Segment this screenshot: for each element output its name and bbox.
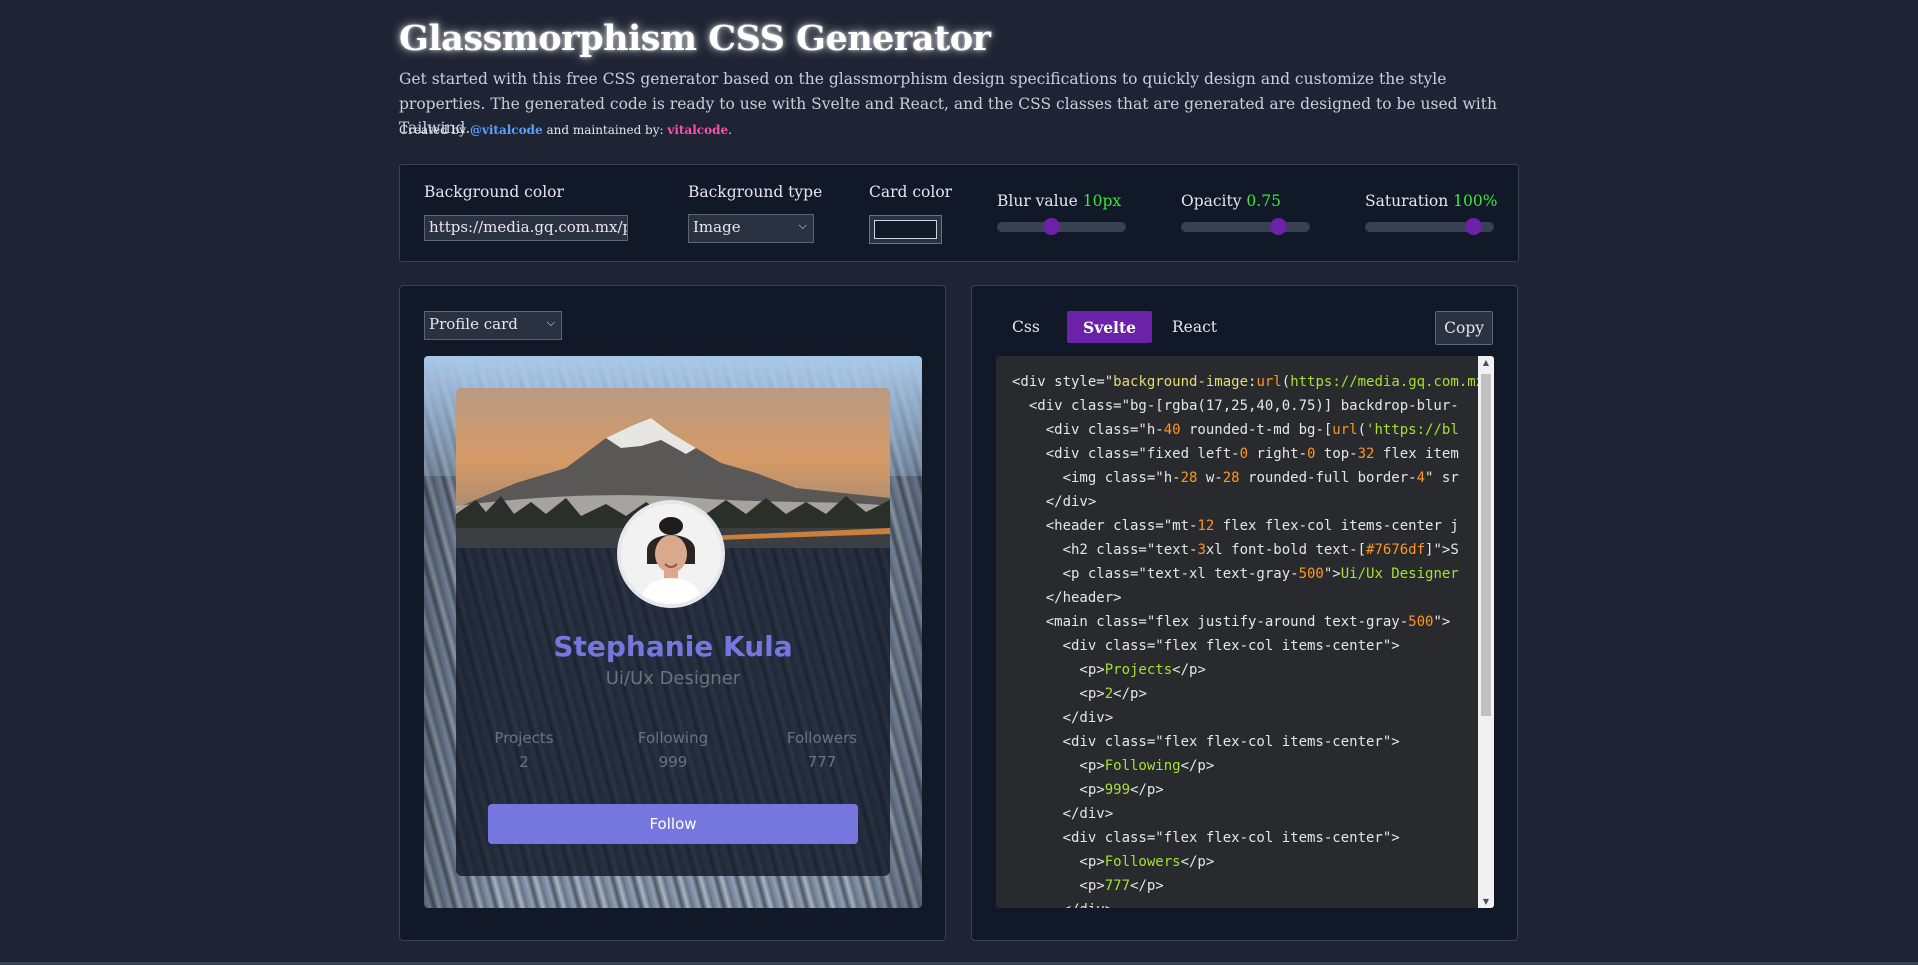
- profile-name: Stephanie Kula: [553, 630, 793, 663]
- scroll-down-icon[interactable]: ▼: [1478, 897, 1494, 906]
- card-color-picker[interactable]: [869, 215, 942, 244]
- code-block[interactable]: <div style="background-image:url(https:/…: [996, 356, 1494, 908]
- tab-css[interactable]: Css: [996, 311, 1056, 343]
- credits: Created by @vitalcode and maintained by:…: [399, 123, 732, 137]
- tab-react[interactable]: React: [1156, 311, 1233, 343]
- saturation-value: 100%: [1453, 192, 1498, 210]
- avatar: [617, 500, 725, 608]
- opacity-slider-track: [1181, 222, 1310, 232]
- maintained-by-label: and maintained by:: [542, 123, 668, 137]
- stat-projects: Projects 2: [469, 726, 579, 774]
- saturation-label-text: Saturation: [1365, 192, 1454, 210]
- created-by-label: Created by: [399, 123, 470, 137]
- profile-card: Stephanie Kula Ui/Ux Designer Projects 2…: [456, 388, 890, 876]
- code-scrollbar-thumb[interactable]: [1481, 374, 1491, 716]
- opacity-value: 0.75: [1246, 192, 1281, 210]
- chevron-down-icon: ⌵: [798, 219, 807, 232]
- opacity-label-text: Opacity: [1181, 192, 1247, 210]
- card-type-value: Profile card: [429, 315, 518, 333]
- stat-followers: Followers 777: [767, 726, 877, 774]
- creator-link[interactable]: @vitalcode: [470, 123, 543, 137]
- blur-label: Blur value 10px: [997, 192, 1121, 210]
- tab-svelte[interactable]: Svelte: [1067, 311, 1152, 343]
- stat-value: 999: [658, 753, 688, 771]
- card-color-label: Card color: [869, 183, 953, 201]
- code-panel: Css Svelte React Copy <div style="backgr…: [971, 285, 1518, 941]
- card-color-swatch: [874, 220, 937, 239]
- background-type-value: Image: [693, 218, 741, 236]
- scroll-up-icon[interactable]: ▲: [1478, 358, 1494, 367]
- stat-label: Projects: [494, 729, 554, 747]
- stat-value: 2: [519, 753, 529, 771]
- credits-end: .: [728, 123, 732, 137]
- stat-value: 777: [807, 753, 837, 771]
- copy-button[interactable]: Copy: [1435, 311, 1493, 345]
- background-color-label: Background color: [424, 183, 564, 201]
- preview-panel: Profile card ⌵ Stephanie Kula Ui/Ux Desi…: [399, 285, 946, 941]
- code-text: <div style="background-image:url(https:/…: [1012, 374, 1478, 908]
- background-type-select[interactable]: Image ⌵: [688, 214, 814, 243]
- page-title: Glassmorphism CSS Generator: [399, 18, 991, 59]
- blur-value: 10px: [1082, 192, 1122, 210]
- blur-label-text: Blur value: [997, 192, 1083, 210]
- profile-role: Ui/Ux Designer: [605, 668, 741, 689]
- chevron-down-icon: ⌵: [546, 316, 555, 329]
- follow-button[interactable]: Follow: [488, 804, 858, 844]
- maintainer-link[interactable]: vitalcode: [667, 123, 728, 137]
- opacity-slider-thumb[interactable]: [1269, 218, 1287, 235]
- preview-background: Stephanie Kula Ui/Ux Designer Projects 2…: [424, 356, 922, 908]
- controls-panel: Background color https://media.gq.com.mx…: [399, 164, 1519, 262]
- opacity-label: Opacity 0.75: [1181, 192, 1281, 210]
- blur-slider[interactable]: [997, 218, 1126, 235]
- blur-slider-track: [997, 222, 1126, 232]
- stat-label: Followers: [786, 729, 858, 747]
- background-color-input[interactable]: https://media.gq.com.mx/ph: [424, 215, 628, 241]
- saturation-label: Saturation 100%: [1365, 192, 1497, 210]
- background-type-label: Background type: [688, 183, 823, 201]
- saturation-slider-thumb[interactable]: [1465, 218, 1483, 235]
- code-scrollbar[interactable]: ▲ ▼: [1478, 356, 1494, 908]
- stat-following: Following 999: [618, 726, 728, 774]
- stat-label: Following: [637, 729, 709, 747]
- opacity-slider[interactable]: [1181, 218, 1310, 235]
- blur-slider-thumb[interactable]: [1043, 218, 1061, 235]
- saturation-slider[interactable]: [1365, 218, 1494, 235]
- card-type-select[interactable]: Profile card ⌵: [424, 311, 562, 340]
- avatar-illustration: [621, 504, 721, 604]
- profile-stats: Projects 2 Following 999 Followers 777: [456, 726, 890, 776]
